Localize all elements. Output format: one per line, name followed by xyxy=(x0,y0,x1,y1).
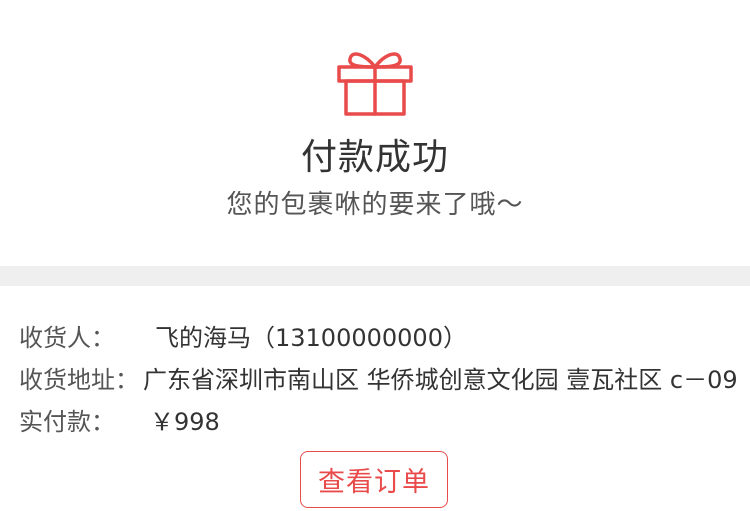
payment-row: 实付款： ￥998 xyxy=(19,402,220,437)
gift-icon xyxy=(337,52,413,116)
receiver-value: 飞的海马（13100000000） xyxy=(155,324,467,352)
address-label: 收货地址： xyxy=(19,366,139,394)
payment-label: 实付款： xyxy=(19,408,115,436)
payment-value: ￥998 xyxy=(150,408,220,436)
section-divider xyxy=(0,266,750,286)
receiver-label: 收货人： xyxy=(19,324,115,352)
payment-success-header: 付款成功 您的包裹咻的要来了哦～ xyxy=(0,0,750,266)
view-order-button[interactable]: 查看订单 xyxy=(300,451,448,508)
address-row: 收货地址： 广东省深圳市南山区 华侨城创意文化园 壹瓦社区 c－09 xyxy=(19,360,738,395)
order-info-section: 收货人： 飞的海马（13100000000） 收货地址： 广东省深圳市南山区 华… xyxy=(0,286,750,511)
page-title: 付款成功 xyxy=(300,137,449,178)
receiver-row: 收货人： 飞的海马（13100000000） xyxy=(19,318,467,353)
page-subtitle: 您的包裹咻的要来了哦～ xyxy=(226,190,524,220)
address-value: 广东省深圳市南山区 华侨城创意文化园 壹瓦社区 c－09 xyxy=(143,366,738,394)
